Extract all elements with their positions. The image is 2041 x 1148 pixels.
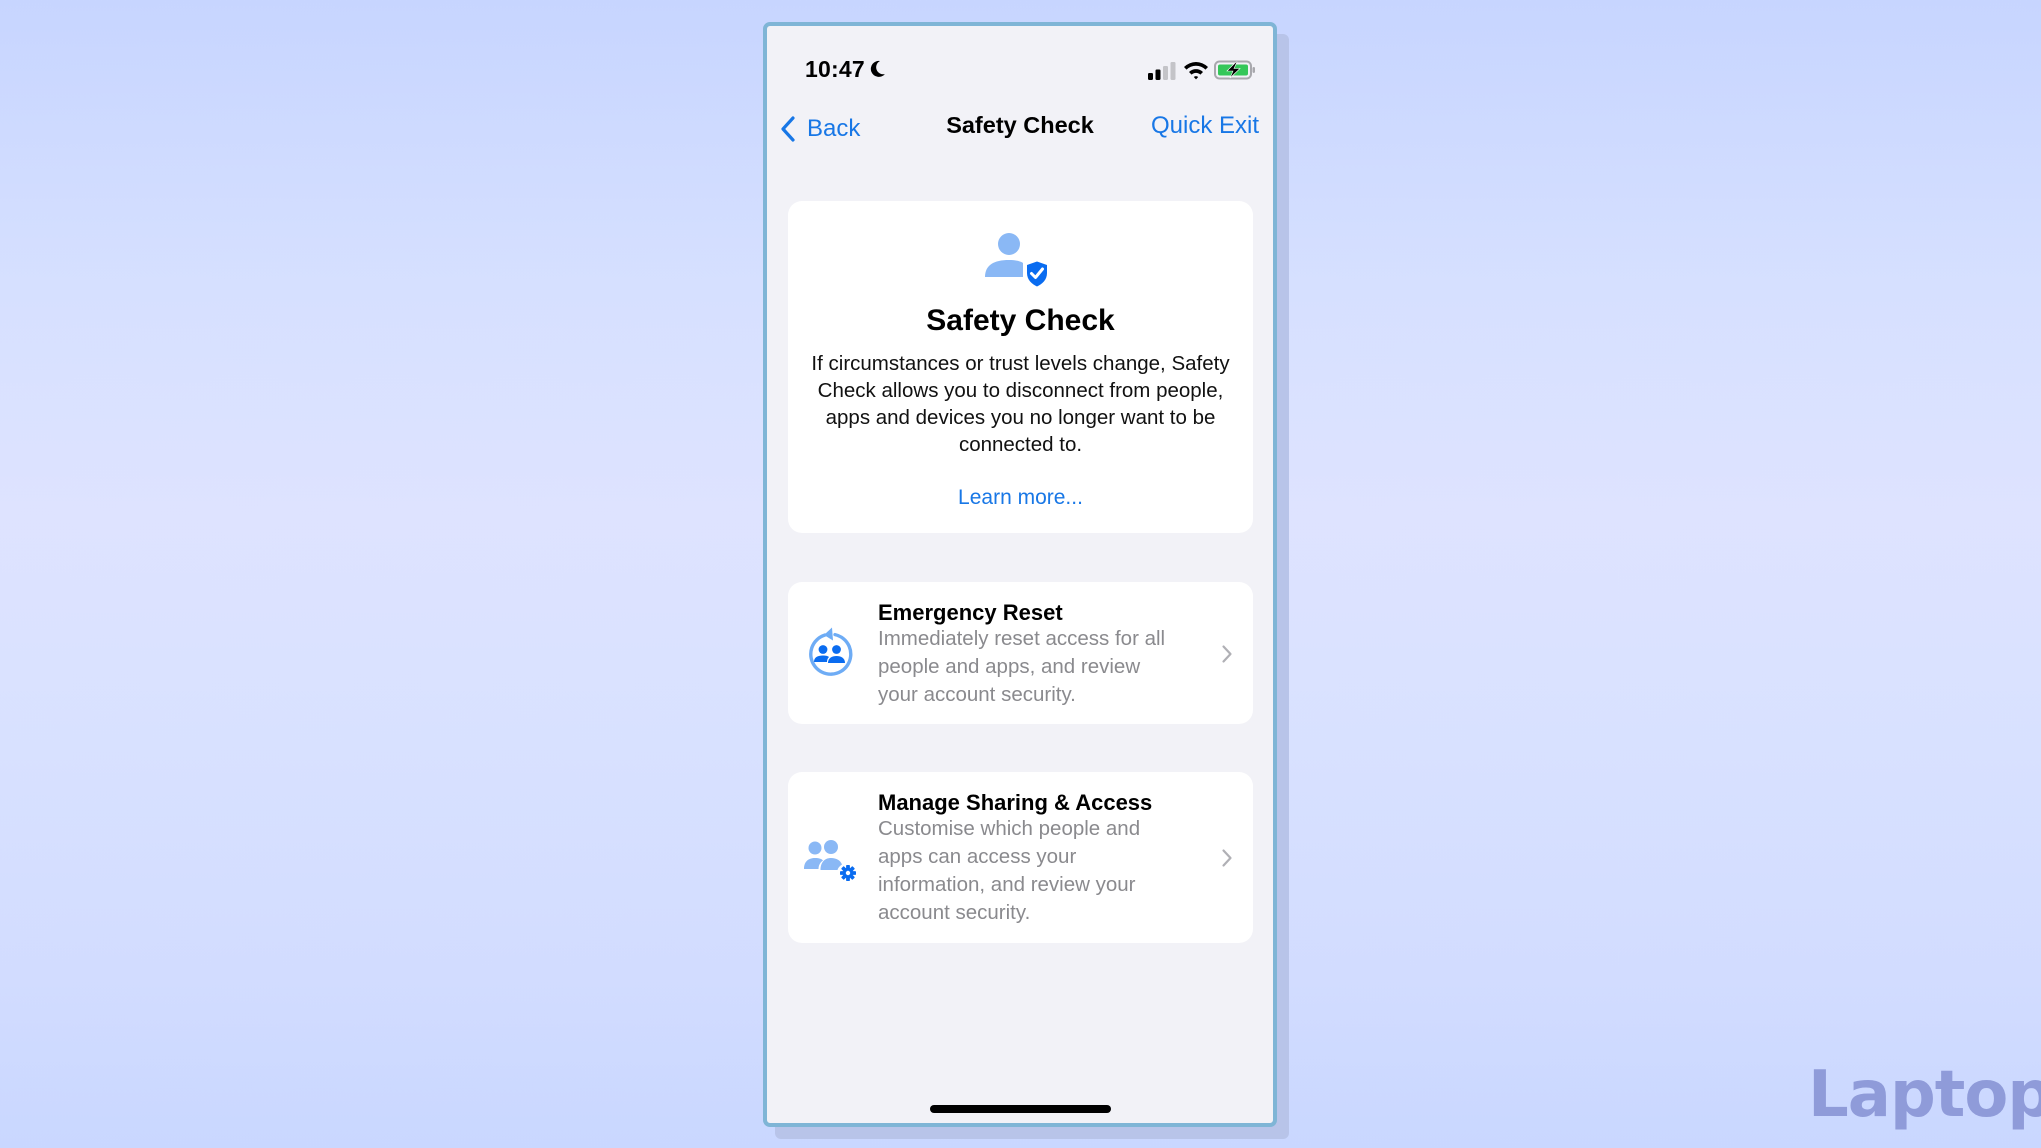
person-shield-check-icon xyxy=(985,233,1048,289)
signal-icon xyxy=(1148,62,1176,80)
status-time: 10:47 xyxy=(805,56,865,82)
safety-check-intro-card: Safety Check If circumstances or trust l… xyxy=(788,201,1253,533)
signal-bar-4 xyxy=(1170,62,1176,80)
signal-bar-1 xyxy=(1148,73,1153,80)
chevron-right-icon xyxy=(1222,849,1232,867)
quick-exit-button[interactable]: Quick Exit xyxy=(1151,112,1259,140)
manage-sharing-description: Customise which people and apps can acce… xyxy=(878,817,1141,924)
people-gear-icon xyxy=(804,840,856,881)
moon-icon xyxy=(870,60,885,77)
signal-bar-2 xyxy=(1155,69,1161,80)
emergency-reset-title: Emergency Reset xyxy=(878,600,1063,625)
intro-title: Safety Check xyxy=(926,304,1115,337)
signal-bar-3 xyxy=(1163,66,1168,80)
emergency-reset-description: Immediately reset access for all people … xyxy=(878,627,1166,706)
emergency-reset-icon xyxy=(809,627,853,676)
manage-sharing-access-row[interactable]: Manage Sharing & Access Customise which … xyxy=(788,772,1253,943)
wifi-icon xyxy=(1184,62,1208,80)
back-label: Back xyxy=(807,115,861,142)
learn-more-link[interactable]: Learn more... xyxy=(788,486,1253,510)
battery-charging-icon xyxy=(1214,60,1255,80)
chevron-right-icon xyxy=(1222,645,1232,663)
home-indicator[interactable] xyxy=(930,1105,1111,1113)
chevron-left-icon xyxy=(781,116,795,142)
emergency-reset-row[interactable]: Emergency Reset Immediately reset access… xyxy=(788,582,1253,724)
manage-sharing-title: Manage Sharing & Access xyxy=(878,790,1153,815)
back-button[interactable]: Back xyxy=(779,111,860,147)
phone-screen: 10:47 Back Safety Check Quick Exit Safet… xyxy=(763,22,1277,1127)
intro-description: If circumstances or trust levels change,… xyxy=(811,352,1230,456)
laptop-watermark-logo: Laptop xyxy=(1808,1058,2041,1132)
